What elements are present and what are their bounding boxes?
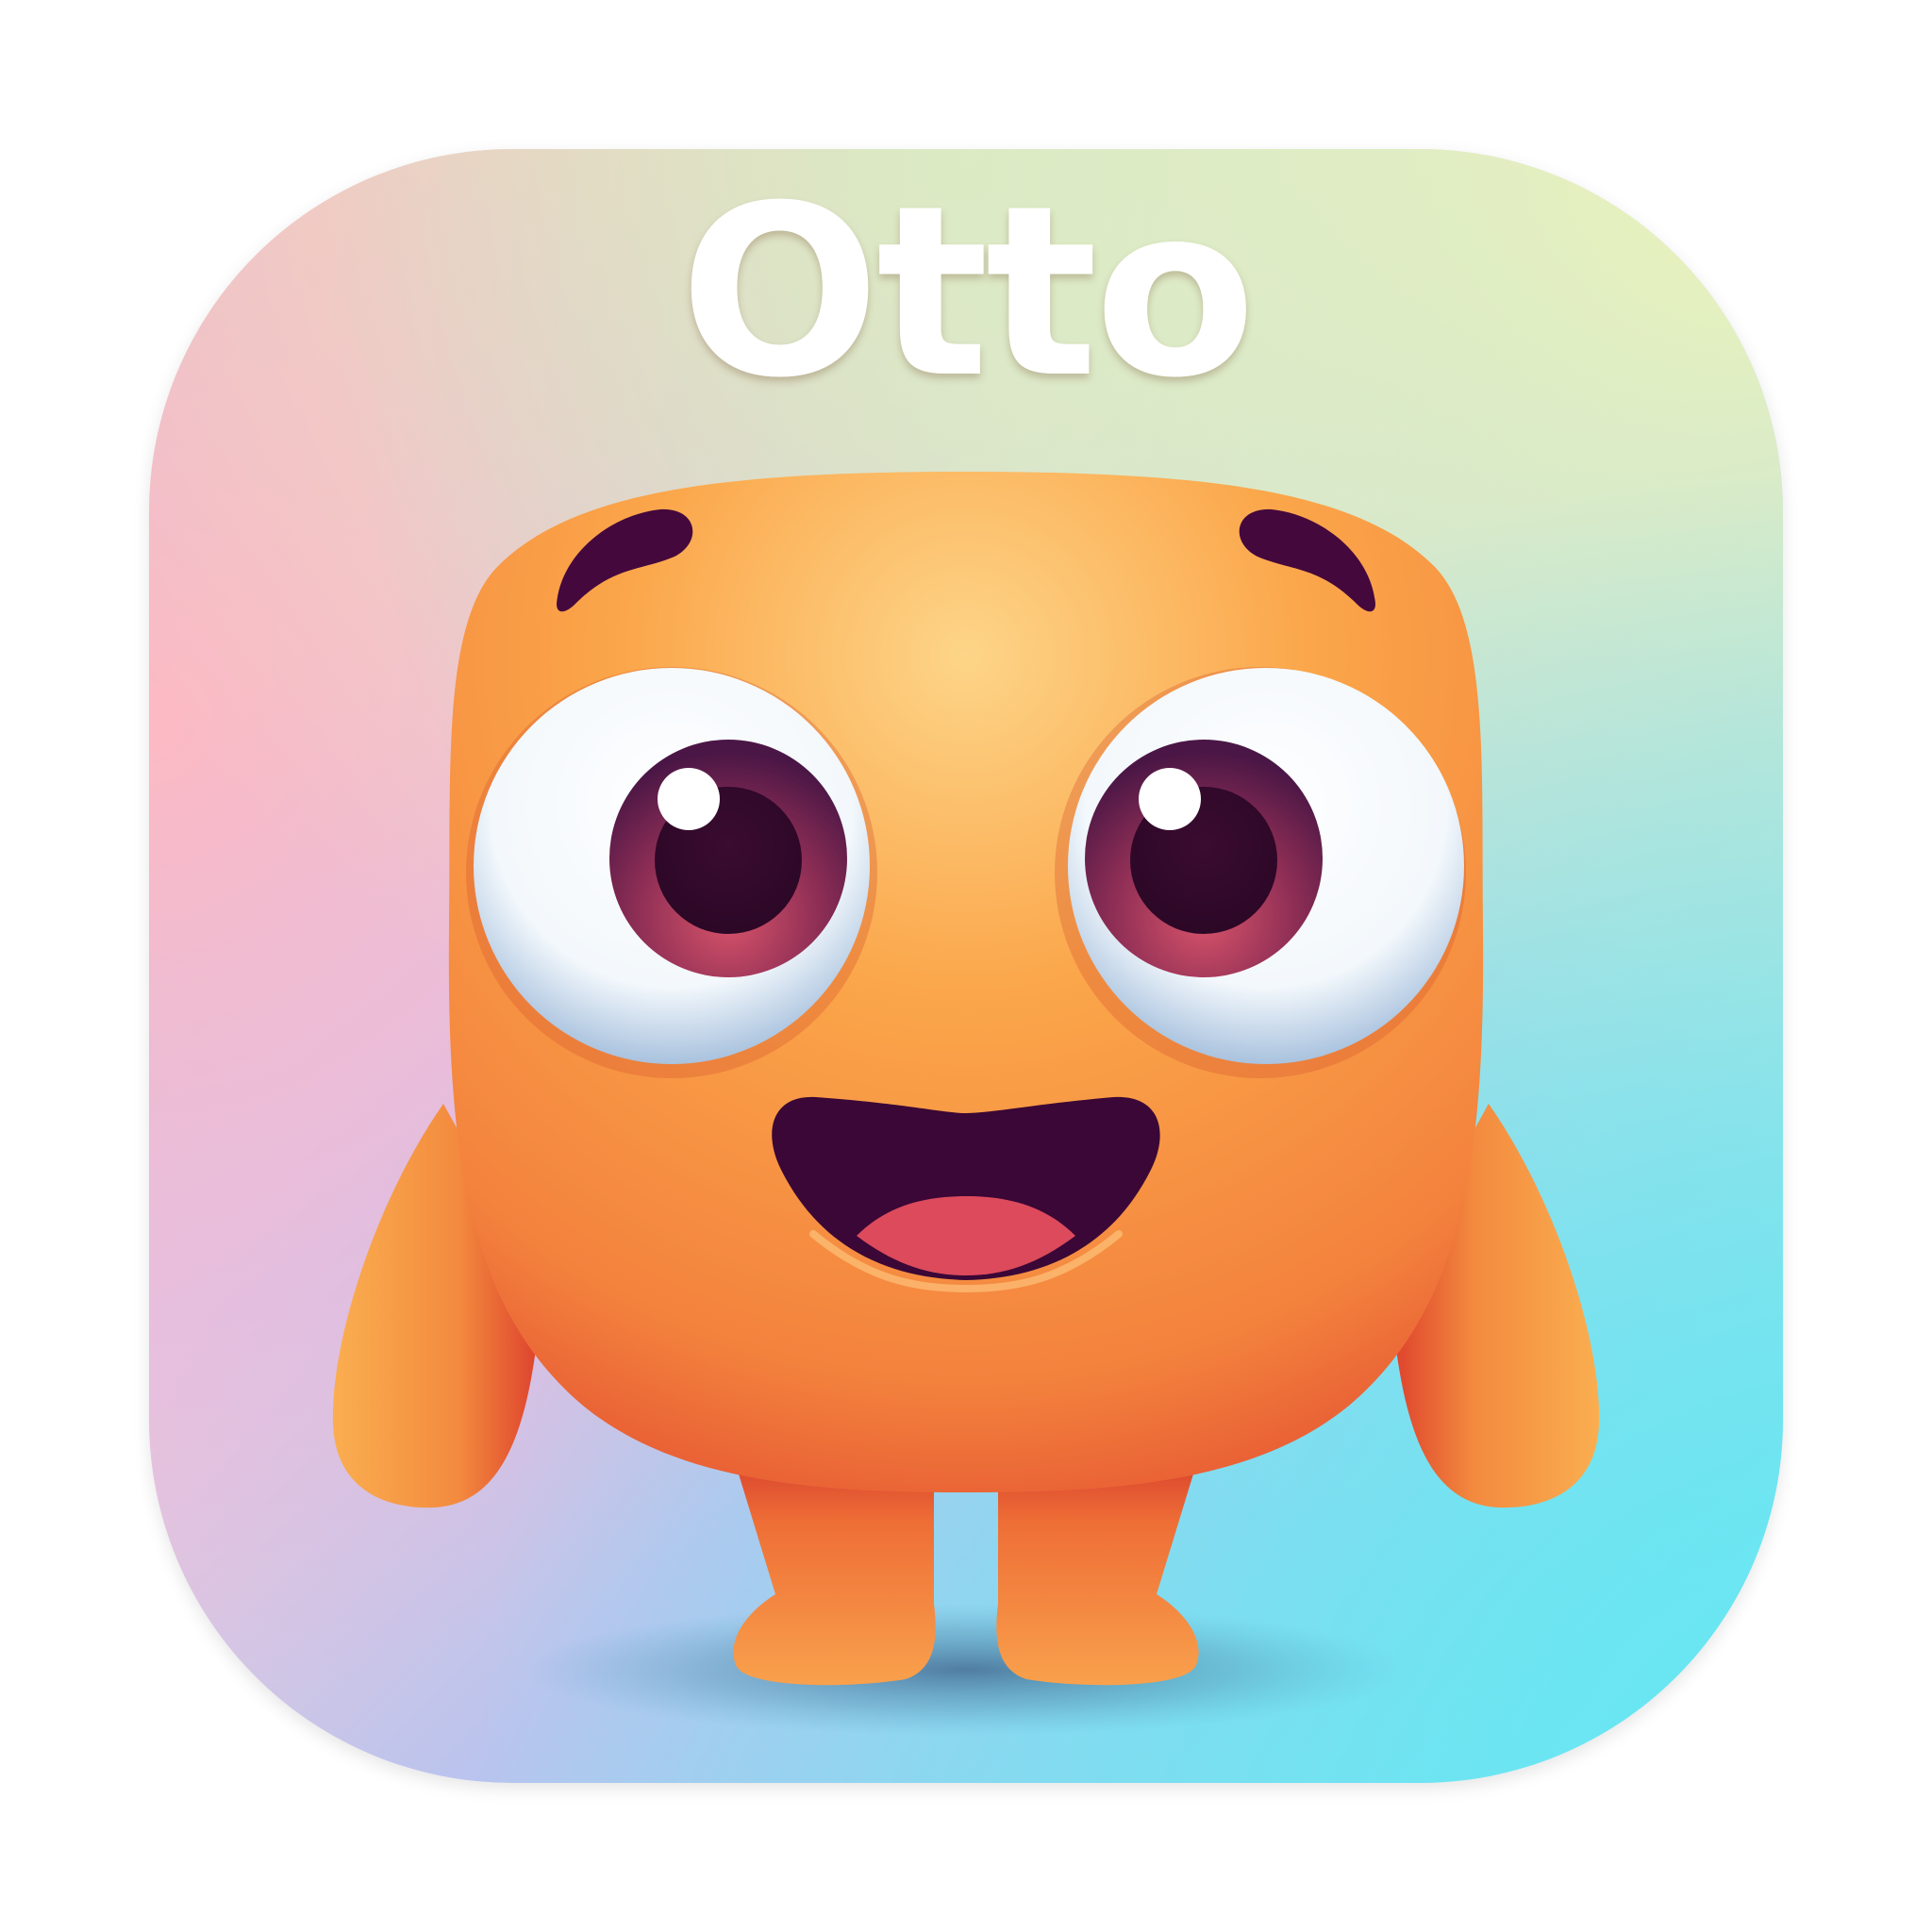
right-eye-highlight bbox=[1139, 768, 1201, 830]
icon-canvas: Otto bbox=[0, 0, 1932, 1932]
ground-shadow bbox=[523, 1604, 1409, 1736]
otto-mascot bbox=[332, 472, 1600, 1736]
left-eye-highlight bbox=[658, 768, 720, 830]
